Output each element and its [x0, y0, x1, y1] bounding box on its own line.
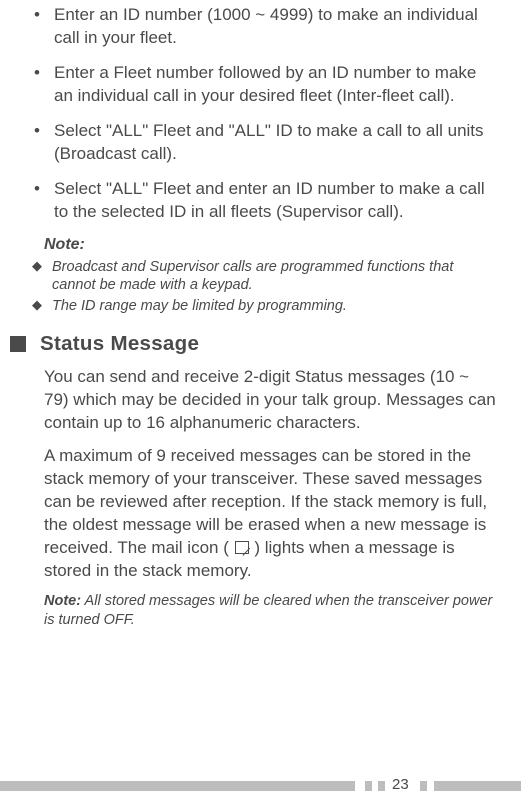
diamond-text: Broadcast and Supervisor calls are progr…: [52, 258, 497, 296]
section-header: Status Message: [24, 332, 497, 356]
mail-icon: [235, 541, 249, 554]
section-marker-icon: [10, 336, 26, 352]
bullet-text: Select "ALL" Fleet and enter an ID numbe…: [54, 178, 497, 224]
bullet-icon: •: [24, 62, 54, 85]
bullet-text: Select "ALL" Fleet and "ALL" ID to make …: [54, 120, 497, 166]
footer-decoration: [378, 781, 385, 791]
list-item: ◆ The ID range may be limited by program…: [24, 297, 497, 316]
page-footer: 23: [0, 773, 521, 791]
list-item: • Enter a Fleet number followed by an ID…: [24, 62, 497, 108]
bullet-icon: •: [24, 178, 54, 201]
footer-decoration: [365, 781, 372, 791]
diamond-text: The ID range may be limited by programmi…: [52, 297, 497, 316]
bullet-icon: •: [24, 4, 54, 27]
instruction-bullet-list: • Enter an ID number (1000 ~ 4999) to ma…: [24, 4, 497, 224]
bullet-text: Enter a Fleet number followed by an ID n…: [54, 62, 497, 108]
section-title: Status Message: [40, 332, 199, 356]
diamond-icon: ◆: [24, 258, 52, 275]
list-item: • Select "ALL" Fleet and enter an ID num…: [24, 178, 497, 224]
body-paragraph: You can send and receive 2-digit Status …: [44, 366, 497, 435]
body-note: Note: All stored messages will be cleare…: [44, 592, 497, 630]
list-item: • Select "ALL" Fleet and "ALL" ID to mak…: [24, 120, 497, 166]
footer-decoration: [434, 781, 521, 791]
footer-decoration: [0, 781, 355, 791]
bullet-text: Enter an ID number (1000 ~ 4999) to make…: [54, 4, 497, 50]
body-paragraph: A maximum of 9 received messages can be …: [44, 445, 497, 583]
page-number: 23: [392, 776, 409, 793]
note-diamond-list: ◆ Broadcast and Supervisor calls are pro…: [24, 258, 497, 317]
note-label-inline: Note:: [44, 593, 81, 609]
diamond-icon: ◆: [24, 297, 52, 314]
note-label: Note:: [44, 236, 497, 254]
bullet-icon: •: [24, 120, 54, 143]
note-text: All stored messages will be cleared when…: [44, 593, 492, 628]
footer-decoration: [420, 781, 427, 791]
list-item: • Enter an ID number (1000 ~ 4999) to ma…: [24, 4, 497, 50]
list-item: ◆ Broadcast and Supervisor calls are pro…: [24, 258, 497, 296]
